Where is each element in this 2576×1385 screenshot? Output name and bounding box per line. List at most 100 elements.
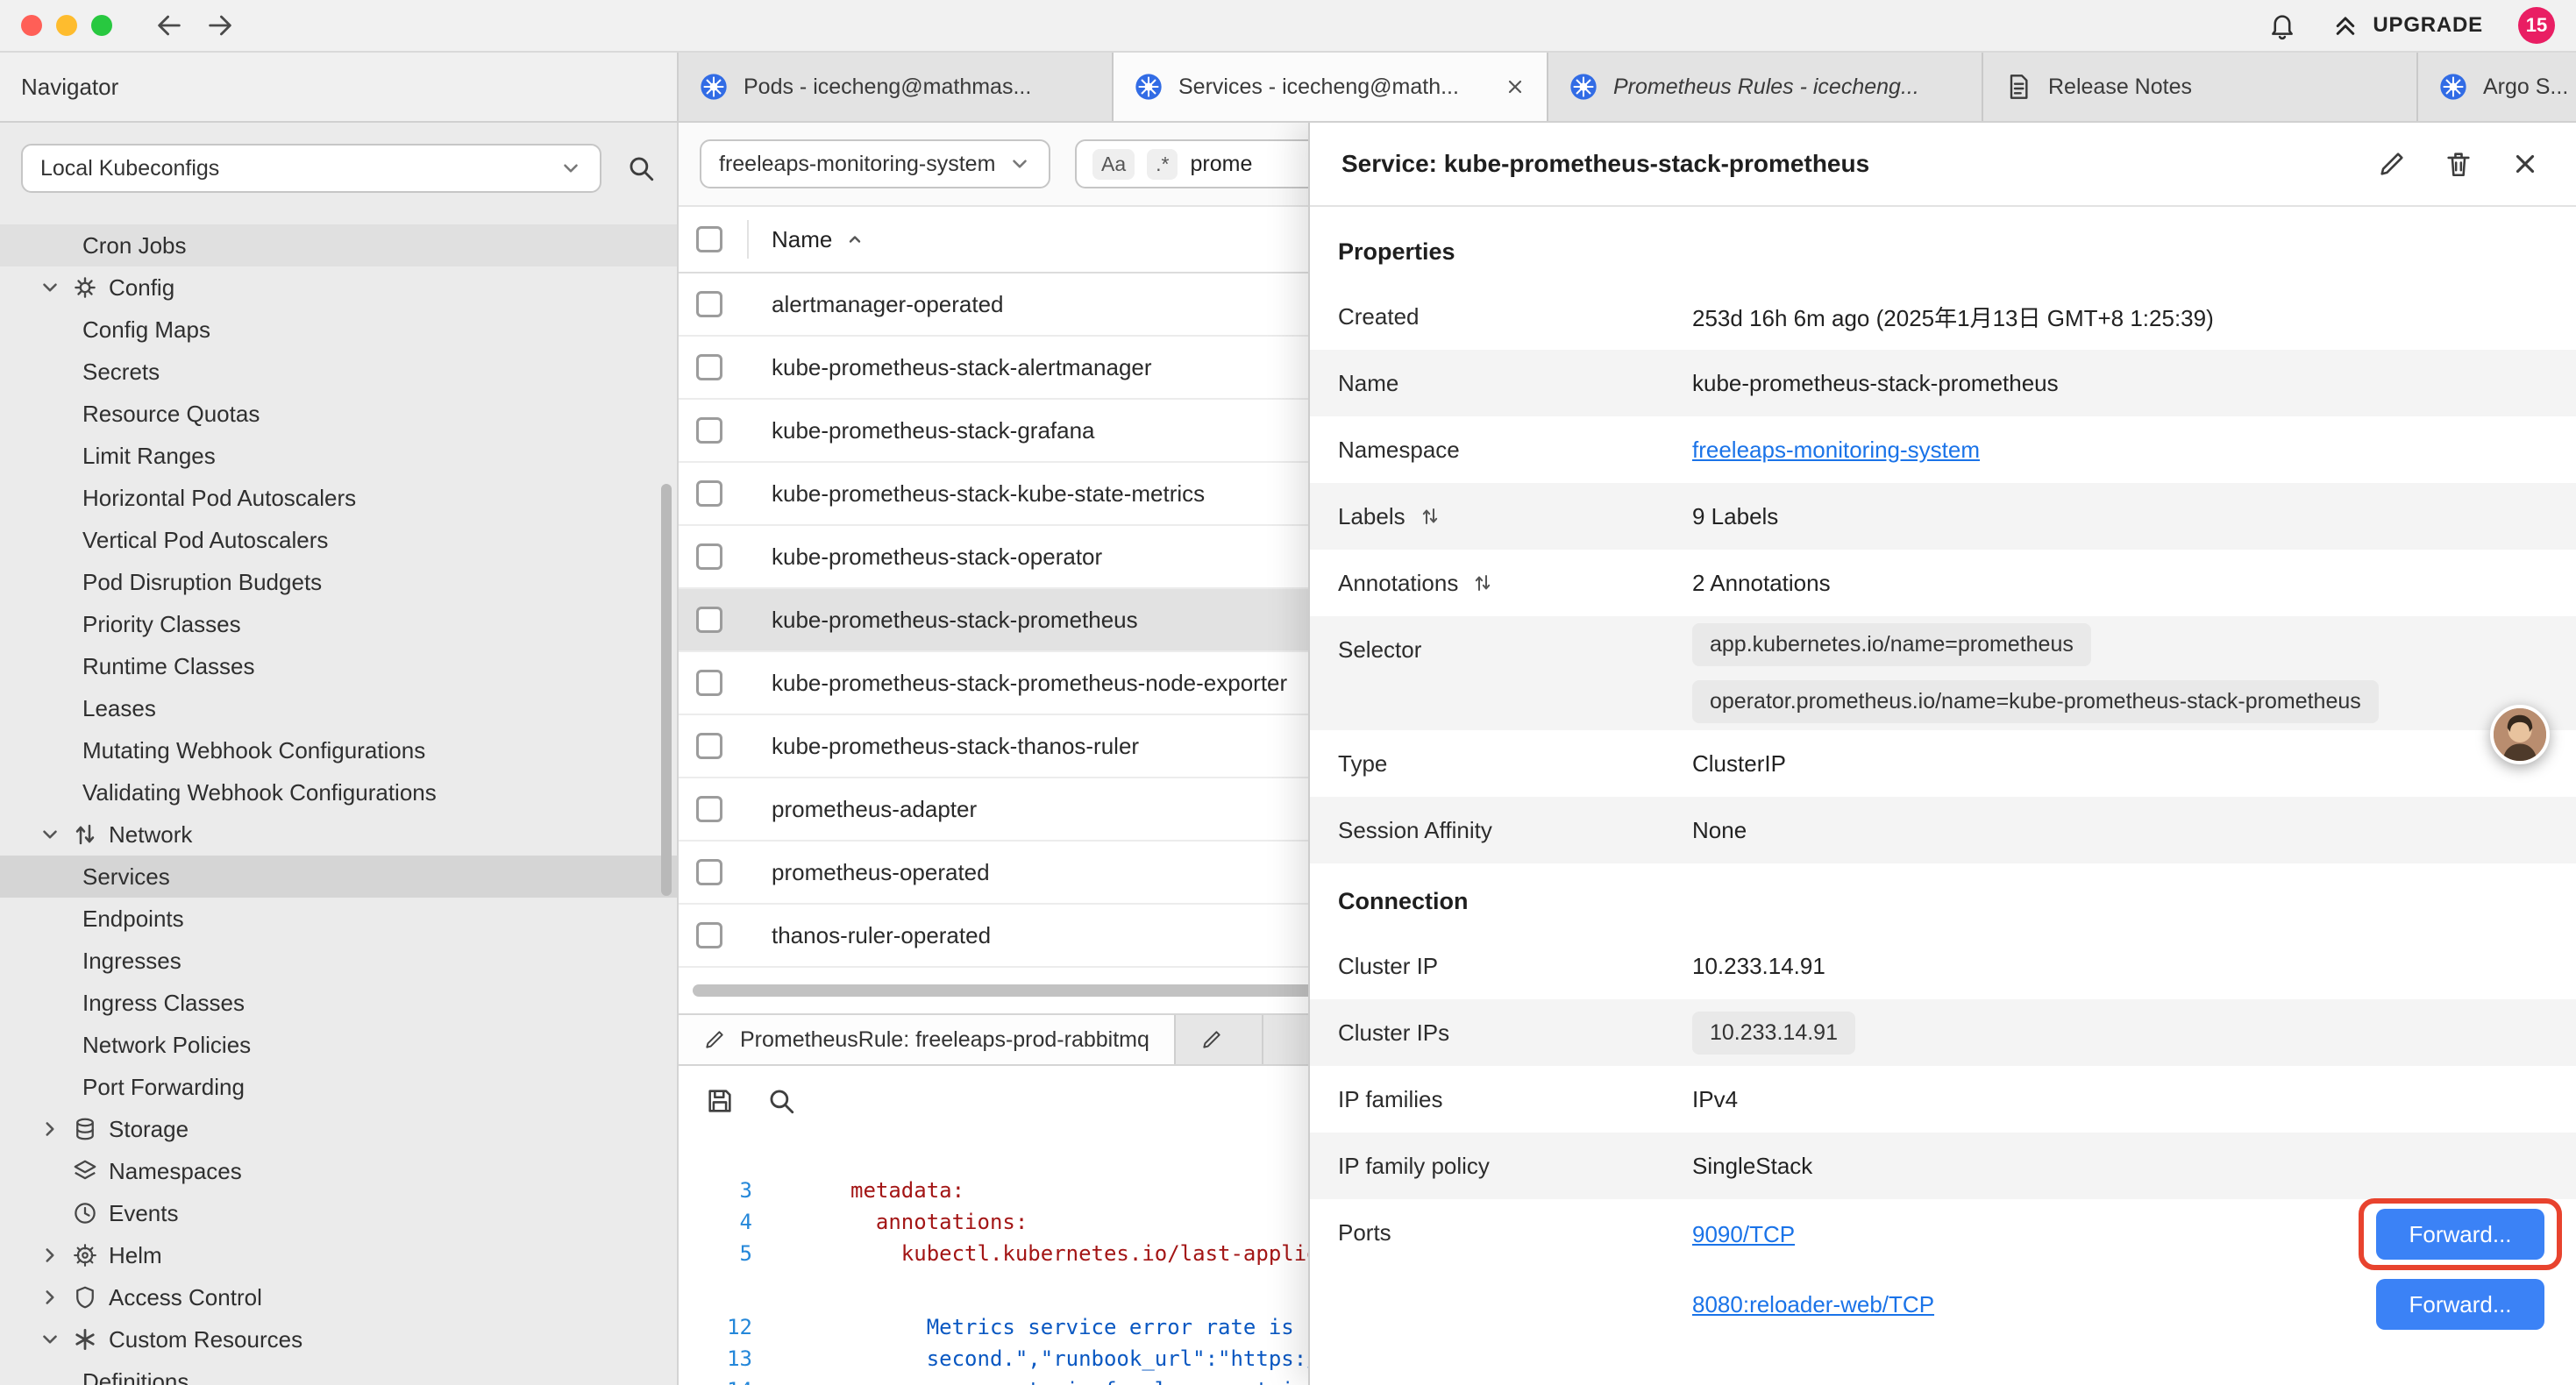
sidebar-tree-item[interactable]: Services — [0, 856, 677, 898]
editor-tab[interactable] — [1176, 1015, 1263, 1064]
row-checkbox[interactable] — [696, 354, 722, 380]
sidebar-tree-item[interactable]: Network Policies — [0, 1024, 677, 1066]
tree-item-label: Network Policies — [82, 1032, 251, 1059]
sidebar-tree-item[interactable]: Leases — [0, 687, 677, 729]
tab[interactable]: Argo S... — [2418, 53, 2576, 121]
property-label-wrap: Namespace — [1310, 416, 1692, 483]
service-name: kube-prometheus-stack-thanos-ruler — [772, 733, 1139, 760]
sidebar-tree-item[interactable]: Mutating Webhook Configurations — [0, 729, 677, 771]
upgrade-button[interactable]: UPGRADE — [2332, 12, 2483, 39]
row-checkbox[interactable] — [696, 859, 722, 885]
maximize-window-button[interactable] — [91, 15, 112, 36]
sidebar-tree-item[interactable]: Config Maps — [0, 309, 677, 351]
tab[interactable]: Prometheus Rules - icecheng... — [1548, 53, 1983, 121]
expand-toggle-icon[interactable] — [1420, 506, 1441, 527]
tab[interactable]: Release Notes — [1983, 53, 2418, 121]
property-label: Labels — [1338, 503, 1405, 530]
forward-button[interactable]: Forward... — [2376, 1279, 2544, 1330]
notification-count-badge[interactable]: 15 — [2518, 7, 2555, 44]
tree-chevron-icon[interactable] — [39, 1244, 61, 1267]
sidebar-tree-item[interactable]: Cron Jobs — [0, 224, 677, 266]
editor-search-icon[interactable] — [766, 1086, 796, 1116]
select-all-checkbox[interactable] — [696, 226, 722, 252]
row-checkbox[interactable] — [696, 670, 722, 696]
tab-icon — [1569, 73, 1598, 101]
row-checkbox[interactable] — [696, 922, 722, 948]
sidebar-tree-item[interactable]: Custom Resources — [0, 1318, 677, 1360]
property-label-wrap: Labels — [1310, 483, 1692, 550]
save-icon[interactable] — [705, 1086, 735, 1116]
forward-button[interactable]: Forward... — [2376, 1209, 2544, 1260]
sidebar-tree-item[interactable]: Helm — [0, 1234, 677, 1276]
regex-toggle[interactable]: .* — [1147, 149, 1178, 180]
row-checkbox[interactable] — [696, 417, 722, 444]
editor-tab[interactable]: PrometheusRule: freeleaps-prod-rabbitmq — [679, 1015, 1176, 1064]
port-link[interactable]: 9090/TCP — [1692, 1221, 1795, 1248]
property-value-text: ClusterIP — [1692, 750, 2548, 778]
tab[interactable]: Pods - icecheng@mathmas... — [679, 53, 1114, 121]
search-value: prome — [1190, 152, 1252, 177]
tree-chevron-icon[interactable] — [39, 823, 61, 846]
sidebar-tree-item[interactable]: Namespaces — [0, 1150, 677, 1192]
sidebar-tree-item[interactable]: Limit Ranges — [0, 435, 677, 477]
sidebar-tree-item[interactable]: Endpoints — [0, 898, 677, 940]
kubeconfig-selector[interactable]: Local Kubeconfigs — [21, 144, 601, 193]
sidebar-tree-item[interactable]: Network — [0, 813, 677, 856]
close-window-button[interactable] — [21, 15, 42, 36]
tree-chevron-icon[interactable] — [39, 1118, 61, 1140]
property-label-wrap: Selector — [1310, 616, 1692, 683]
service-name: kube-prometheus-stack-operator — [772, 543, 1102, 571]
tree-chevron-icon[interactable] — [39, 1286, 61, 1309]
tab[interactable]: Services - icecheng@math... — [1114, 53, 1548, 121]
property-row: IP families IPv4 — [1310, 1066, 2576, 1133]
sidebar-tree-item[interactable]: Resource Quotas — [0, 393, 677, 435]
forward-icon[interactable] — [205, 11, 235, 40]
back-icon[interactable] — [154, 11, 184, 40]
sidebar-tree-item[interactable]: Vertical Pod Autoscalers — [0, 519, 677, 561]
sidebar-tree-item[interactable]: Priority Classes — [0, 603, 677, 645]
row-checkbox[interactable] — [696, 796, 722, 822]
sidebar-tree-item[interactable]: Events — [0, 1192, 677, 1234]
expand-toggle-icon[interactable] — [1472, 572, 1493, 593]
sidebar-scrollbar[interactable] — [661, 484, 672, 896]
property-value-text: kube-prometheus-stack-prometheus — [1692, 370, 2548, 397]
match-case-toggle[interactable]: Aa — [1092, 149, 1135, 180]
minimize-window-button[interactable] — [56, 15, 77, 36]
sidebar-tree-item[interactable]: Config — [0, 266, 677, 309]
row-checkbox[interactable] — [696, 607, 722, 633]
tree-chevron-icon[interactable] — [39, 1328, 61, 1351]
sidebar-tree-item[interactable]: Pod Disruption Budgets — [0, 561, 677, 603]
property-row: Type ClusterIP — [1310, 730, 2576, 797]
code-text: metadata: — [752, 1175, 964, 1206]
sidebar-tree-item[interactable]: Access Control — [0, 1276, 677, 1318]
namespace-filter-select[interactable]: freeleaps-monitoring-system — [700, 139, 1050, 188]
sidebar-tree-item[interactable]: Definitions — [0, 1360, 677, 1385]
tab-label: Services - icecheng@math... — [1178, 75, 1489, 100]
row-checkbox[interactable] — [696, 480, 722, 507]
code-text: Metrics service error rate is {{ $va — [752, 1311, 1383, 1343]
drawer-action-button[interactable] — [2439, 145, 2478, 183]
sidebar-search-icon[interactable] — [626, 153, 656, 183]
sidebar-tree-item[interactable]: Ingress Classes — [0, 982, 677, 1024]
sidebar-tree-item[interactable]: Ingresses — [0, 940, 677, 982]
sidebar-tree-item[interactable]: Runtime Classes — [0, 645, 677, 687]
sidebar-tree-item[interactable]: Port Forwarding — [0, 1066, 677, 1108]
drawer-action-button[interactable] — [2506, 145, 2544, 183]
property-row: Namespace freeleaps-monitoring-system — [1310, 416, 2576, 483]
sidebar-tree-item[interactable]: Storage — [0, 1108, 677, 1150]
user-avatar[interactable] — [2490, 705, 2550, 764]
tab-close-icon[interactable] — [1505, 76, 1526, 97]
tree-chevron-icon[interactable] — [39, 276, 61, 299]
drawer-action-button[interactable] — [2373, 145, 2411, 183]
sidebar-tree-item[interactable]: Horizontal Pod Autoscalers — [0, 477, 677, 519]
property-label: Selector — [1338, 636, 1421, 664]
row-checkbox[interactable] — [696, 733, 722, 759]
sidebar-tree-item[interactable]: Validating Webhook Configurations — [0, 771, 677, 813]
row-checkbox[interactable] — [696, 543, 722, 570]
port-link[interactable]: 8080:reloader-web/TCP — [1692, 1291, 1934, 1318]
property-label-wrap: IP family policy — [1310, 1133, 1692, 1199]
name-column-header[interactable]: Name — [772, 226, 865, 253]
sidebar-tree-item[interactable]: Secrets — [0, 351, 677, 393]
notifications-bell-icon[interactable] — [2267, 11, 2297, 40]
row-checkbox[interactable] — [696, 291, 722, 317]
